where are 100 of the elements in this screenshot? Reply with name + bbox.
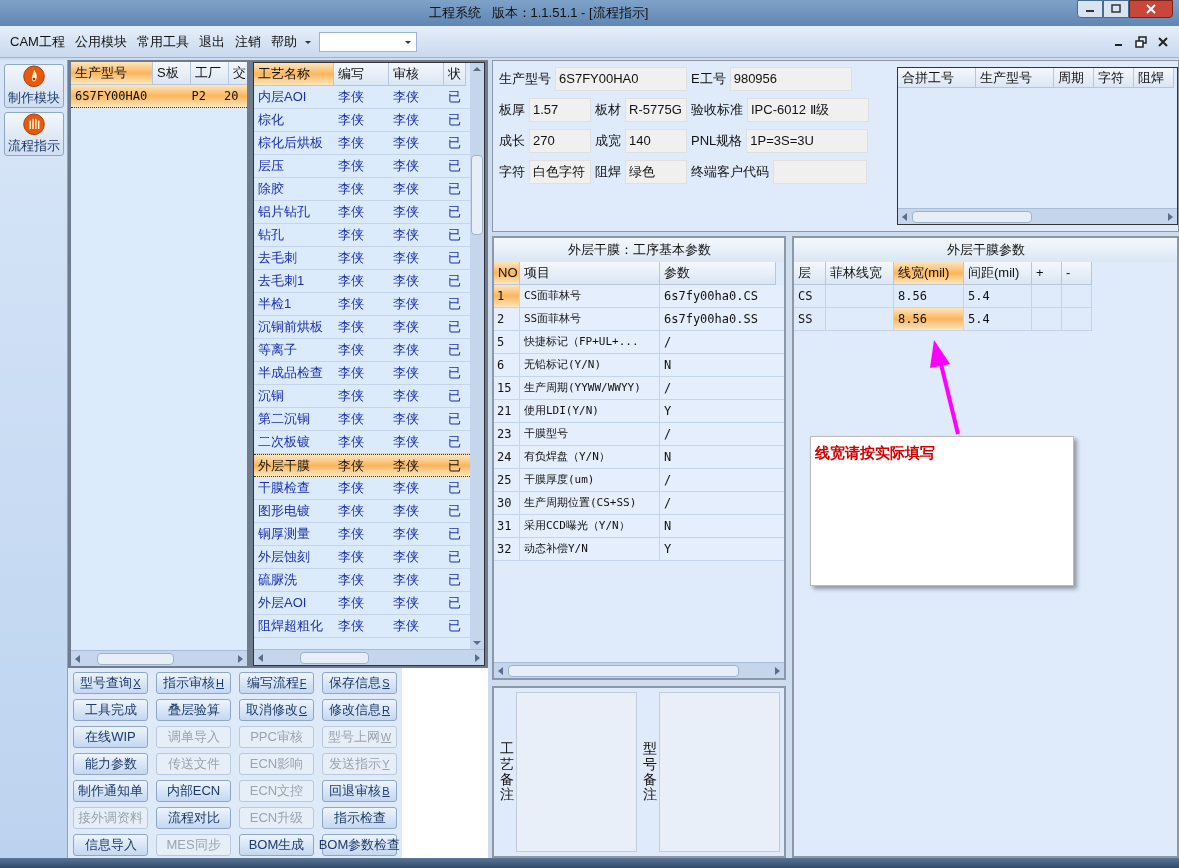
column-header[interactable]: 层: [794, 262, 826, 285]
action-button[interactable]: 信息导入: [73, 834, 148, 856]
menu-item[interactable]: 帮助: [266, 31, 301, 52]
process-row[interactable]: 铝片钻孔 李侠 李侠 已: [254, 201, 470, 224]
column-header[interactable]: 周期: [1054, 68, 1094, 88]
action-button[interactable]: 叠层验算: [156, 699, 231, 721]
process-row[interactable]: 除胶 李侠 李侠 已: [254, 178, 470, 201]
column-header[interactable]: 合拼工号: [898, 68, 976, 88]
process-row[interactable]: 外层蚀刻 李侠 李侠 已: [254, 546, 470, 569]
close-button[interactable]: [1129, 0, 1173, 18]
action-button[interactable]: 修改信息R: [322, 699, 397, 721]
action-button[interactable]: 指示审核 H: [156, 672, 231, 694]
column-header[interactable]: NO: [494, 262, 520, 285]
text-field[interactable]: 6S7FY00HA0: [555, 67, 687, 91]
table-cell-text: 李侠: [337, 594, 365, 613]
process-row[interactable]: 外层AOI 李侠 李侠 已: [254, 592, 470, 615]
text-field[interactable]: [773, 160, 867, 184]
horizontal-scrollbar[interactable]: [254, 649, 484, 665]
column-header[interactable]: 间距(mil): [964, 262, 1032, 285]
column-header[interactable]: 菲林线宽: [826, 262, 894, 285]
table-cell: 6: [494, 354, 520, 376]
text-field[interactable]: 白色字符: [529, 160, 591, 184]
process-row[interactable]: 去毛刺 李侠 李侠 已: [254, 247, 470, 270]
process-row[interactable]: 等离子 李侠 李侠 已: [254, 339, 470, 362]
text-field[interactable]: 140: [625, 129, 687, 153]
process-row[interactable]: 硫脲洗 李侠 李侠 已: [254, 569, 470, 592]
process-row[interactable]: 干膜检查 李侠 李侠 已: [254, 477, 470, 500]
horizontal-scrollbar[interactable]: [898, 208, 1177, 224]
process-row[interactable]: 去毛刺1 李侠 李侠 已: [254, 270, 470, 293]
vertical-scrollbar[interactable]: [470, 63, 484, 649]
table-cell-text: 李侠: [392, 479, 420, 498]
action-button[interactable]: 在线WIP: [73, 726, 148, 748]
action-button[interactable]: 制作通知单: [73, 780, 148, 802]
process-row[interactable]: 沉铜前烘板 李侠 李侠 已: [254, 316, 470, 339]
column-header[interactable]: 状: [444, 63, 466, 86]
column-header[interactable]: +: [1032, 262, 1062, 285]
process-row[interactable]: 内层AOI 李侠 李侠 已: [254, 86, 470, 109]
process-row[interactable]: 层压 李侠 李侠 已: [254, 155, 470, 178]
process-row[interactable]: 第二沉铜 李侠 李侠 已: [254, 408, 470, 431]
module-button[interactable]: 流程指示: [3, 112, 64, 156]
column-header[interactable]: 生产型号: [976, 68, 1054, 88]
text-field[interactable]: 980956: [729, 67, 852, 91]
action-button[interactable]: 回退审核 B: [322, 780, 397, 802]
action-button[interactable]: 编写流程F: [239, 672, 314, 694]
action-button[interactable]: 工具完成: [73, 699, 148, 721]
menu-item[interactable]: 注销: [230, 31, 265, 52]
text-field[interactable]: 1.57: [529, 98, 591, 122]
text-field[interactable]: 1P=3S=3U: [746, 129, 869, 153]
text-field[interactable]: 270: [529, 129, 591, 153]
menu-item[interactable]: 退出: [194, 31, 229, 52]
process-row[interactable]: 外层干膜 李侠 李侠 已: [254, 454, 470, 477]
action-button[interactable]: BOM生成: [239, 834, 314, 856]
column-header[interactable]: 编写: [334, 63, 389, 86]
action-button[interactable]: 取消修改C: [239, 699, 314, 721]
table-cell[interactable]: 8.56: [894, 308, 964, 331]
column-header[interactable]: S板: [153, 62, 191, 85]
process-row[interactable]: 棕化 李侠 李侠 已: [254, 109, 470, 132]
column-header[interactable]: 参数: [660, 262, 776, 285]
column-header[interactable]: 交: [229, 62, 247, 85]
column-header[interactable]: 审核: [389, 63, 444, 86]
horizontal-scrollbar[interactable]: [494, 662, 784, 678]
text-field[interactable]: 绿色: [625, 160, 687, 184]
field-label: 终端客户代码: [691, 163, 769, 182]
column-header[interactable]: 工厂: [191, 62, 229, 85]
action-button[interactable]: 流程对比: [156, 807, 231, 829]
column-header[interactable]: 生产型号: [71, 62, 153, 85]
column-header[interactable]: 线宽(mil): [894, 262, 964, 285]
column-header[interactable]: 阻焊: [1134, 68, 1174, 88]
process-row[interactable]: 钻孔 李侠 李侠 已: [254, 224, 470, 247]
action-button[interactable]: 内部ECN: [156, 780, 231, 802]
action-button[interactable]: 保存信息S: [322, 672, 397, 694]
text-field[interactable]: R-5775G: [625, 98, 687, 122]
menu-item[interactable]: 常用工具: [132, 31, 193, 52]
action-button[interactable]: 指示检查: [322, 807, 397, 829]
column-header[interactable]: -: [1062, 262, 1092, 285]
action-button[interactable]: 型号查询X: [73, 672, 148, 694]
menu-item[interactable]: CAM工程: [6, 31, 69, 52]
process-row[interactable]: 图形电镀 李侠 李侠 已: [254, 500, 470, 523]
column-header[interactable]: 字符: [1094, 68, 1134, 88]
column-header[interactable]: 项目: [520, 262, 660, 285]
process-row[interactable]: 铜厚测量 李侠 李侠 已: [254, 523, 470, 546]
process-row[interactable]: 半成品检查 李侠 李侠 已: [254, 362, 470, 385]
process-row[interactable]: 阻焊超粗化 李侠 李侠 已: [254, 615, 470, 638]
process-row[interactable]: 沉铜 李侠 李侠 已: [254, 385, 470, 408]
horizontal-scrollbar[interactable]: [71, 650, 247, 666]
column-header[interactable]: 工艺名称: [254, 63, 334, 86]
close-icon[interactable]: [1157, 35, 1169, 48]
text-field[interactable]: IPC-6012 Ⅱ级: [747, 98, 869, 122]
action-button[interactable]: 能力参数: [73, 753, 148, 775]
maximize-button[interactable]: [1103, 0, 1129, 18]
combo-box[interactable]: [318, 31, 417, 52]
product-row[interactable]: 6S7FY00HA0 P2 20: [71, 85, 247, 108]
process-row[interactable]: 棕化后烘板 李侠 李侠 已: [254, 132, 470, 155]
process-row[interactable]: 半检1 李侠 李侠 已: [254, 293, 470, 316]
menu-item[interactable]: 公用模块: [70, 31, 131, 52]
table-cell-text: 李侠: [392, 364, 420, 383]
module-button[interactable]: 制作模块: [3, 64, 64, 108]
minimize-button[interactable]: [1077, 0, 1103, 18]
scroll-thumb[interactable]: [471, 155, 483, 235]
restore-icon[interactable]: [1135, 35, 1147, 48]
